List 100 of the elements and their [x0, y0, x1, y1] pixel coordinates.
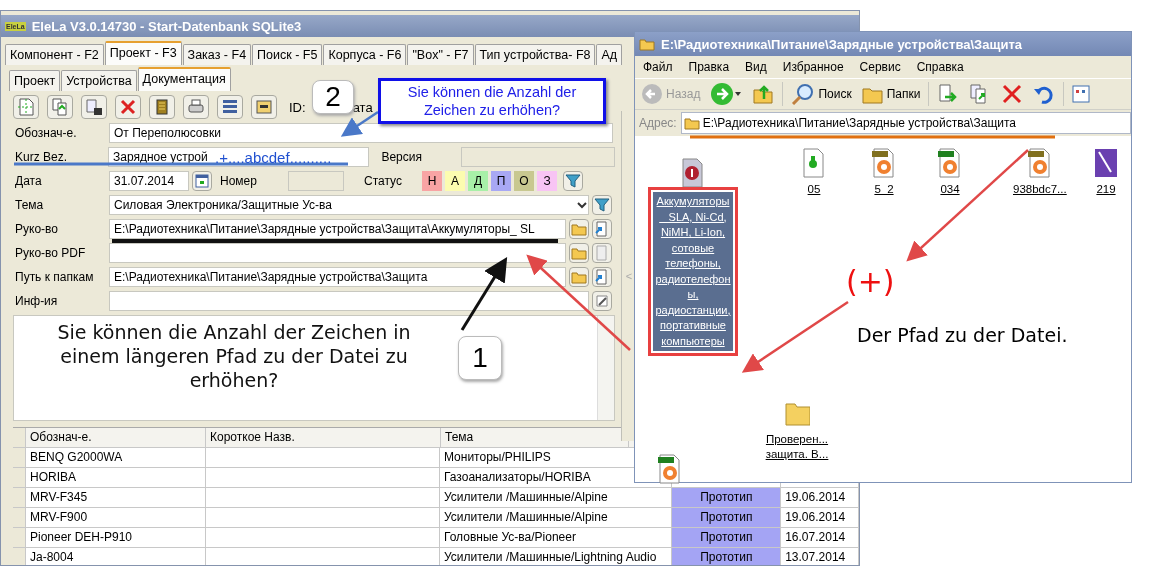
text-field[interactable]: [109, 290, 589, 311]
table-cell: 16.07.2014: [781, 528, 859, 547]
grid-view-icon: [1072, 85, 1091, 103]
toolbar-button[interactable]: [217, 95, 243, 119]
tab[interactable]: Проект - F3: [104, 41, 182, 65]
table-cell: MRV-F900: [25, 508, 206, 527]
file-label[interactable]: Проверен... защита. В...: [757, 432, 837, 462]
address-label: Адрес:: [639, 116, 677, 130]
field-label: Kurz Bez.: [15, 149, 69, 164]
document-icon: [594, 244, 610, 261]
file-icon: [801, 148, 827, 178]
field-label: Путь к папкам: [15, 269, 95, 284]
annotation-text: Der Pfad zu der Datei.: [857, 324, 1068, 346]
status-button[interactable]: А: [445, 170, 465, 191]
text-field[interactable]: От Переполюсовки: [109, 122, 613, 143]
callout-note: Sie können die Anzahl der Zeichen zu erhöhen?: [378, 78, 606, 124]
document-icon: [680, 158, 706, 188]
file-label[interactable]: 034: [940, 182, 960, 197]
field-label: Обознач-е.: [15, 125, 78, 140]
tab[interactable]: Заказ - F4: [182, 44, 252, 65]
field-label: Тема: [15, 197, 45, 212]
menu-item[interactable]: Вид: [745, 60, 767, 74]
icon-button[interactable]: [592, 266, 612, 287]
menu-item[interactable]: Файл: [643, 60, 673, 74]
scrollbar[interactable]: [597, 316, 614, 420]
tab[interactable]: Поиск - F5: [252, 44, 323, 65]
text-field[interactable]: E:\Радиотехника\Питание\Зарядные устройства\Защита: [109, 266, 566, 287]
book-icon: [1093, 148, 1119, 178]
tab[interactable]: "Box" - F7: [407, 44, 474, 65]
annotation-text: .+....abcdef..........: [215, 149, 332, 166]
icon-button[interactable]: [592, 194, 612, 215]
image-file-icon: [1026, 148, 1053, 178]
tab[interactable]: Проект: [9, 70, 61, 91]
file-label[interactable]: 05: [807, 182, 821, 197]
column-header[interactable]: Короткое Назв.: [206, 428, 441, 447]
menu-item[interactable]: Сервис: [859, 60, 901, 74]
number-callout: 1: [458, 336, 502, 380]
search-button[interactable]: Поиск: [789, 81, 854, 107]
delete-icon: [118, 97, 138, 117]
status-cell: Прототип: [672, 548, 782, 565]
field-label: Инф-ия: [15, 293, 59, 308]
views-button[interactable]: [1070, 83, 1093, 105]
table-cell: Pioneer DEH-P910: [25, 528, 206, 547]
status-cell: Прототип: [672, 488, 782, 507]
back-label: Назад: [666, 87, 701, 101]
calendar-icon: [194, 172, 210, 189]
folders-label: Папки: [886, 87, 921, 101]
copy-document-icon: [50, 97, 70, 117]
status-button[interactable]: З: [537, 170, 557, 191]
plus-mark: (+): [846, 264, 895, 299]
new-document-icon: [16, 97, 36, 117]
table-cell: 19.06.2014: [781, 488, 859, 507]
annotation-text: Sie können die Anzahl der Zeichen in einem längeren Pfad zu der Datei zu erhöhen?: [56, 320, 412, 392]
memo-field[interactable]: [13, 315, 615, 421]
file-label[interactable]: 219: [1096, 182, 1116, 197]
search-label: Поиск: [818, 87, 852, 101]
image-file-icon: [937, 148, 963, 178]
file-label[interactable]: Аккумуляторы_ SLA, Ni-Cd, NiMH, Li-Ion, сотовые телефоны, радиотелефоны, радиостанции, портативные компьютеры: [653, 192, 733, 351]
icon-button[interactable]: [592, 218, 612, 239]
text-field[interactable]: E:\Радиотехника\Питание\Зарядные устройства\Защита\Аккумуляторы_ SL: [109, 218, 566, 239]
address-field[interactable]: E:\Радиотехника\Питание\Зарядные устройства\Защита: [680, 112, 1131, 134]
date-label: ата: [352, 99, 373, 115]
field-label: Руко-во PDF: [15, 245, 87, 260]
file-label[interactable]: 938bdc7...: [1013, 182, 1067, 197]
icon-button[interactable]: [592, 290, 612, 311]
tab[interactable]: Документация: [137, 67, 231, 91]
text-field[interactable]: 31.07.2014: [109, 170, 189, 191]
tab[interactable]: Устройства: [61, 70, 137, 91]
toolbar-button[interactable]: [251, 95, 277, 119]
field-label: Дата: [15, 173, 43, 188]
text-field[interactable]: Силовая Электроника/Защитные Ус-ва: [109, 194, 589, 215]
toolbar-button[interactable]: [149, 95, 175, 119]
tab[interactable]: Тип устройства- F8: [474, 44, 596, 65]
status-button[interactable]: О: [514, 170, 534, 191]
window-icon: [254, 97, 274, 117]
menu-item[interactable]: Правка: [688, 60, 730, 74]
icon-button[interactable]: [192, 170, 212, 191]
tab[interactable]: Компонент - F2: [5, 44, 104, 65]
menu-item[interactable]: Избранное: [782, 60, 844, 74]
text-field[interactable]: [288, 170, 344, 191]
file-label[interactable]: 5_2: [874, 182, 894, 197]
folder-up-arrow-icon: [752, 83, 775, 105]
status-button[interactable]: П: [491, 170, 511, 191]
text-field[interactable]: [460, 146, 615, 167]
status-button[interactable]: Н: [422, 170, 442, 191]
field-label: Версия: [380, 149, 423, 164]
table-cell: 13.07.2014: [781, 548, 859, 565]
icon-button[interactable]: [563, 170, 583, 191]
table-cell: 19.06.2014: [781, 508, 859, 527]
tab[interactable]: Корпуса - F6: [323, 44, 407, 65]
table-cell: BENQ G2000WA: [25, 448, 206, 467]
image-file-icon: [871, 148, 897, 178]
tab[interactable]: Ад: [596, 44, 623, 65]
annotation-arrow: [340, 110, 379, 137]
column-header[interactable]: Обознач-е.: [26, 428, 206, 447]
table-cell: Ja-8004: [25, 548, 206, 565]
toolbar-button[interactable]: [81, 95, 107, 119]
menu-item[interactable]: Справка: [916, 60, 964, 74]
folders-button[interactable]: Папки: [859, 82, 923, 106]
status-button[interactable]: Д: [468, 170, 488, 191]
